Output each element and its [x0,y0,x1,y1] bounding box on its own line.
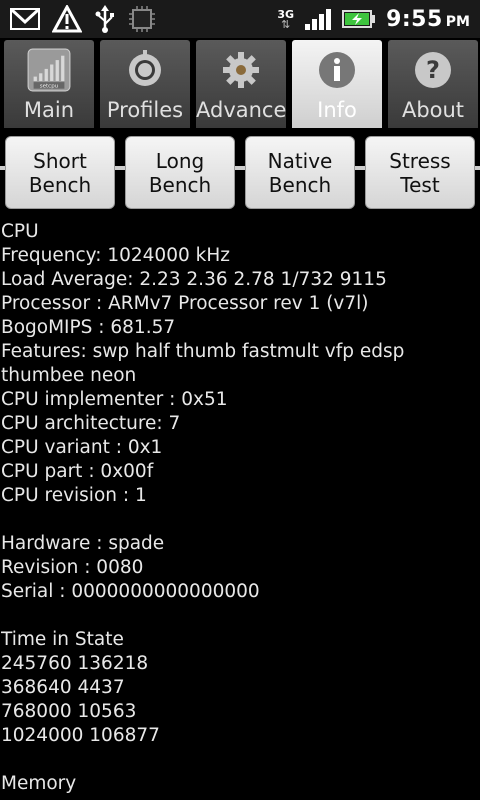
svg-text:?: ? [426,56,440,84]
time-in-state-header: Time in State [1,629,124,650]
info-icon [319,52,355,88]
question-icon: ? [415,52,451,88]
cpu-chip-icon [129,6,155,32]
processor-line: Processor : ARMv7 Processor rev 1 (v7l) [1,293,369,314]
clock: 9:55 PM [386,7,470,32]
tab-label: About [401,98,465,122]
revision-line: Revision : 0080 [1,557,144,578]
bogomips-line: BogoMIPS : 681.57 [1,317,176,338]
usb-icon [95,5,114,33]
button-label-line1: Native [267,148,333,173]
clock-ampm: PM [445,13,470,30]
tab-label: Main [23,98,75,122]
native-bench-button[interactable]: Native Bench [245,136,355,209]
button-label-line1: Stress [389,148,451,173]
button-label-line1: Short [33,148,87,173]
clock-time: 9:55 [386,6,443,32]
hardware-line: Hardware : spade [1,533,165,554]
tab-label: Advanced [196,98,286,122]
tab-label: Profiles [106,98,184,122]
tab-main[interactable]: setcpu Main [4,40,94,128]
button-label-line1: Long [155,148,205,173]
time-in-state-row: 245760 136218 [1,653,149,674]
system-icons: 3G ⇅ 9:55 PM [277,4,470,34]
alert-icon [52,5,82,33]
cpu-header: CPU [1,221,39,242]
gear-icon [223,52,259,88]
time-in-state-row: 368640 4437 [1,677,125,698]
short-bench-button[interactable]: Short Bench [5,136,115,209]
features-continued-line: thumbee neon [1,365,137,386]
tab-advanced[interactable]: Advanced [196,40,286,128]
frequency-line: Frequency: 1024000 kHz [1,245,230,266]
cpu-variant-line: CPU variant : 0x1 [1,437,163,458]
battery-charging-icon [342,10,376,28]
cpu-implementer-line: CPU implementer : 0x51 [1,389,228,410]
button-label-line2: Bench [28,172,92,197]
tab-label: Info [317,98,357,122]
serial-line: Serial : 0000000000000000 [1,581,260,602]
button-label-line2: Test [400,172,440,197]
tab-bar: setcpu Main Profiles Advanced [0,38,480,170]
stress-test-button[interactable]: Stress Test [365,136,475,209]
network-indicator: 3G ⇅ [277,9,294,30]
data-arrows-icon: ⇅ [281,17,291,31]
tab-info[interactable]: Info [292,40,382,128]
time-in-state-row: 1024000 106877 [1,725,160,746]
tab-about[interactable]: ? About [388,40,478,128]
profiles-ring-icon [129,50,161,86]
features-line: Features: swp half thumb fastmult vfp ed… [1,341,405,362]
notification-icons [10,4,156,34]
gmail-icon [10,8,40,30]
long-bench-button[interactable]: Long Bench [125,136,235,209]
button-label-line2: Bench [148,172,212,197]
tab-profiles[interactable]: Profiles [100,40,190,128]
load-average-line: Load Average: 2.23 2.36 2.78 1/732 9115 [1,269,387,290]
setcpu-icon: setcpu [27,48,71,92]
cpu-revision-line: CPU revision : 1 [1,485,147,506]
info-panel: CPU Frequency: 1024000 kHz Load Average:… [1,220,479,796]
time-in-state-row: 768000 10563 [1,701,137,722]
cpu-part-line: CPU part : 0x00f [1,461,154,482]
status-bar: 3G ⇅ 9:55 PM [0,0,480,39]
cpu-architecture-line: CPU architecture: 7 [1,413,181,434]
signal-strength-icon [305,9,332,30]
setcpu-icon-text: setcpu [40,84,58,90]
memory-header: Memory [1,773,77,794]
button-label-line2: Bench [268,172,332,197]
